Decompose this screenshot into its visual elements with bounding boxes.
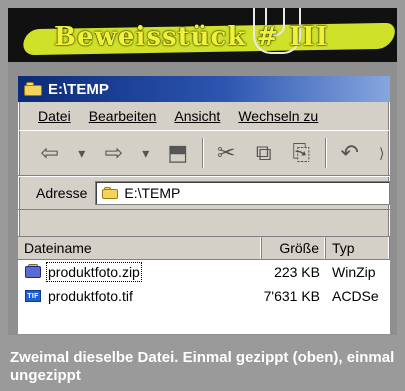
chevron-down-icon: ▾ bbox=[78, 145, 86, 161]
paste-button[interactable]: ⎘ bbox=[288, 138, 316, 168]
file-name: produktfoto.tif bbox=[48, 288, 133, 304]
file-name-cell: produktfoto.zip bbox=[18, 262, 262, 282]
up-folder-icon: ⬒ bbox=[167, 140, 189, 165]
toolbar-overflow-button[interactable]: ⟩ bbox=[373, 138, 390, 168]
file-row[interactable]: TIF produktfoto.tif 7'631 KB ACDSe bbox=[18, 284, 390, 308]
folder-body bbox=[24, 85, 42, 96]
caption-text: Zweimal dieselbe Datei. Einmal gezippt (… bbox=[10, 349, 395, 384]
back-dropdown-button[interactable]: ▾ bbox=[74, 138, 91, 168]
column-header-label: Typ bbox=[332, 240, 355, 256]
column-header-label: Größe bbox=[279, 240, 319, 256]
explorer-window: E:\TEMP Datei Bearbeiten Ansicht Wechsel… bbox=[18, 76, 390, 334]
tif-file-icon: TIF bbox=[24, 288, 42, 304]
folder-icon bbox=[102, 187, 119, 199]
window-title: E:\TEMP bbox=[48, 80, 109, 98]
window-titlebar[interactable]: E:\TEMP bbox=[18, 76, 390, 102]
menu-bearbeiten[interactable]: Bearbeiten bbox=[87, 106, 159, 126]
banner: Beweisstück # III bbox=[8, 0, 397, 62]
menu-wechseln-zu[interactable]: Wechseln zu bbox=[236, 106, 320, 126]
zip-file-icon bbox=[24, 264, 42, 280]
banner-title: Beweisstück # III bbox=[54, 22, 329, 52]
address-label: Adresse bbox=[36, 185, 88, 201]
caption-box: Zweimal dieselbe Datei. Einmal gezippt (… bbox=[0, 343, 405, 391]
menu-label: Wechseln zu bbox=[238, 108, 319, 124]
file-size: 7'631 KB bbox=[263, 288, 320, 304]
chevron-right-icon: ⟩ bbox=[379, 145, 385, 161]
toolbar-separator bbox=[325, 138, 326, 168]
file-row[interactable]: produktfoto.zip 223 KB WinZip bbox=[18, 260, 390, 284]
file-name: produktfoto.zip bbox=[46, 262, 142, 282]
column-header-size[interactable]: Größe bbox=[262, 237, 326, 259]
forward-icon: ⇨ bbox=[104, 140, 123, 165]
file-list-headers: Dateiname Größe Typ bbox=[18, 237, 390, 260]
menu-label: Bearbeiten bbox=[88, 108, 157, 124]
address-field[interactable]: E:\TEMP bbox=[95, 181, 390, 205]
file-name-cell: TIF produktfoto.tif bbox=[18, 288, 262, 304]
menu-label: Ansicht bbox=[174, 108, 221, 124]
folder-body bbox=[102, 189, 119, 199]
copy-button[interactable]: ⧉ bbox=[250, 138, 278, 168]
undo-button[interactable]: ↶ bbox=[336, 138, 364, 168]
screenshot-area: Beweisstück # III E:\TEMP Datei Bearbeit… bbox=[0, 0, 405, 343]
back-button[interactable]: ⇦ bbox=[36, 138, 64, 168]
forward-button[interactable]: ⇨ bbox=[100, 138, 128, 168]
file-type: WinZip bbox=[332, 264, 376, 280]
file-type: ACDSe bbox=[332, 288, 379, 304]
undo-icon: ↶ bbox=[340, 140, 359, 165]
forward-dropdown-button[interactable]: ▾ bbox=[138, 138, 155, 168]
chevron-down-icon: ▾ bbox=[142, 145, 150, 161]
menu-label: Datei bbox=[38, 108, 71, 124]
zip-body bbox=[25, 266, 41, 278]
file-size: 223 KB bbox=[274, 264, 320, 280]
paste-icon: ⎘ bbox=[292, 140, 311, 165]
cut-icon: ✂ bbox=[217, 140, 236, 165]
menu-ansicht[interactable]: Ansicht bbox=[172, 106, 222, 126]
column-header-name[interactable]: Dateiname bbox=[18, 237, 262, 259]
cut-button[interactable]: ✂ bbox=[213, 138, 241, 168]
tif-label: TIF bbox=[27, 292, 39, 300]
copy-icon: ⧉ bbox=[255, 140, 272, 165]
file-list: Dateiname Größe Typ produktfoto.zip 223 … bbox=[18, 236, 390, 334]
up-one-level-button[interactable]: ⬒ bbox=[164, 138, 192, 168]
column-header-label: Dateiname bbox=[24, 240, 92, 256]
toolbar-separator bbox=[201, 138, 203, 168]
address-value: E:\TEMP bbox=[124, 185, 181, 201]
folder-icon bbox=[24, 82, 42, 96]
caption: Zweimal dieselbe Datei. Einmal gezippt (… bbox=[0, 343, 405, 391]
standard-toolbar: ⇦ ▾ ⇨ ▾ ⬒ ✂ ⧉ ⎘ ↶ ⟩ bbox=[18, 130, 390, 176]
column-header-type[interactable]: Typ bbox=[326, 237, 390, 259]
menu-bar: Datei Bearbeiten Ansicht Wechseln zu bbox=[18, 102, 390, 130]
back-icon: ⇦ bbox=[40, 140, 59, 165]
menu-datei[interactable]: Datei bbox=[36, 106, 73, 126]
address-bar: Adresse E:\TEMP bbox=[18, 176, 390, 210]
